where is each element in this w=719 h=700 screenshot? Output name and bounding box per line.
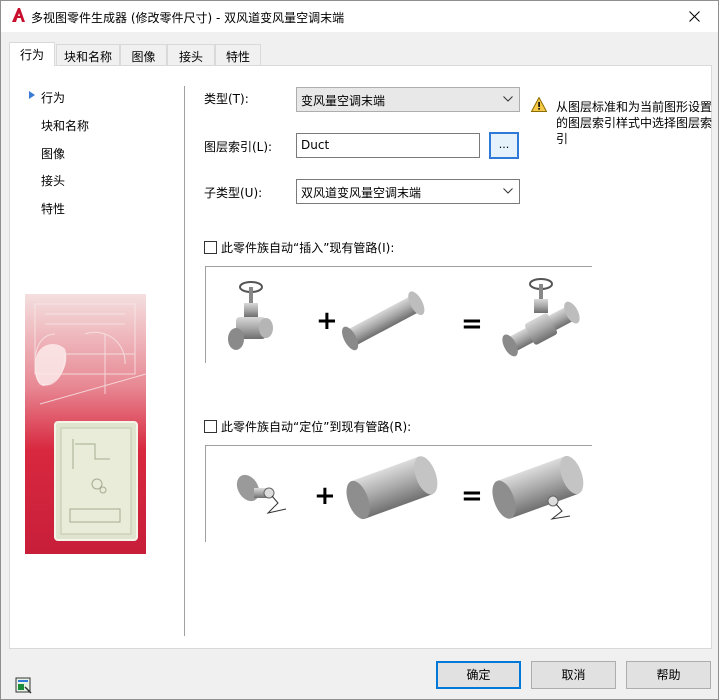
close-icon — [689, 11, 700, 22]
type-label: 类型(T): — [204, 92, 249, 106]
equals-sign: = — [461, 309, 483, 339]
tab-connectors[interactable]: 接头 — [167, 44, 215, 65]
auto-insert-checkbox[interactable] — [204, 241, 217, 254]
help-button[interactable]: 帮助 — [626, 661, 711, 689]
plus-sign: + — [316, 306, 338, 336]
close-button[interactable] — [672, 1, 718, 32]
cancel-button[interactable]: 取消 — [531, 661, 616, 689]
insert-diagram: + = — [205, 266, 592, 363]
type-dropdown-value: 变风量空调末端 — [301, 94, 386, 108]
nav-item-image[interactable]: 图像 — [41, 145, 65, 162]
subtype-dropdown-value: 双风道变风量空调末端 — [301, 186, 422, 200]
browse-layer-key-button[interactable]: ... — [489, 132, 519, 159]
subtype-label: 子类型(U): — [204, 186, 263, 200]
chevron-down-icon — [503, 188, 513, 194]
nav-item-connectors[interactable]: 接头 — [41, 172, 65, 189]
type-dropdown[interactable]: 变风量空调末端 — [296, 87, 520, 112]
locate-diagram: + = — [205, 445, 592, 542]
dialog-info-icon[interactable] — [15, 677, 33, 695]
tab-block-and-name[interactable]: 块和名称 — [56, 44, 120, 65]
tab-panel: 行为 块和名称 图像 接头 特性 类型(T): 变风量空调末端 图层索引(L):… — [9, 65, 712, 649]
dialog-window: 多视图零件生成器 (修改零件尺寸) - 双风道变风量空调末端 行为 块和名称 图… — [0, 0, 719, 700]
selected-arrow-icon — [29, 91, 35, 99]
pipe-icon — [342, 291, 425, 351]
nav-item-block-and-name[interactable]: 块和名称 — [41, 117, 89, 134]
layer-key-label: 图层索引(L): — [204, 140, 273, 154]
subtype-dropdown[interactable]: 双风道变风量空调末端 — [296, 179, 520, 204]
autocad-app-icon — [12, 8, 25, 22]
auto-insert-checkbox-row[interactable]: 此零件族自动“插入”现有管路(I): — [204, 239, 394, 256]
tab-image[interactable]: 图像 — [120, 44, 167, 65]
nav-item-behavior[interactable]: 行为 — [41, 89, 65, 106]
window-title: 多视图零件生成器 (修改零件尺寸) - 双风道变风量空调末端 — [31, 11, 345, 25]
duct-cylinder-icon — [346, 456, 438, 520]
auto-locate-label: 此零件族自动“定位”到现有管路(R): — [221, 420, 412, 434]
auto-locate-checkbox[interactable] — [204, 420, 217, 433]
title-bar: 多视图零件生成器 (修改零件尺寸) - 双风道变风量空调末端 — [1, 1, 718, 32]
auto-insert-label: 此零件族自动“插入”现有管路(I): — [221, 241, 395, 255]
valve-icon — [228, 281, 273, 350]
valve-on-pipe-icon — [502, 278, 580, 357]
auto-locate-checkbox-row[interactable]: 此零件族自动“定位”到现有管路(R): — [204, 418, 411, 435]
equals-sign: = — [461, 481, 483, 511]
wizard-illustration — [25, 294, 146, 554]
terminal-fitting-icon — [236, 474, 287, 514]
nav-item-properties[interactable]: 特性 — [41, 200, 65, 217]
chevron-down-icon — [503, 96, 513, 102]
tab-behavior[interactable]: 行为 — [9, 42, 55, 66]
tab-properties[interactable]: 特性 — [215, 44, 261, 65]
panel-divider — [184, 86, 185, 636]
layer-key-input[interactable]: Duct — [296, 133, 480, 158]
fitting-on-duct-icon — [492, 455, 584, 520]
warning-message: 从图层标准和为当前图形设置的图层索引样式中选择图层索引 — [556, 100, 713, 146]
warning-icon — [531, 97, 547, 112]
plus-sign: + — [314, 481, 336, 511]
ok-button[interactable]: 确定 — [436, 661, 521, 689]
